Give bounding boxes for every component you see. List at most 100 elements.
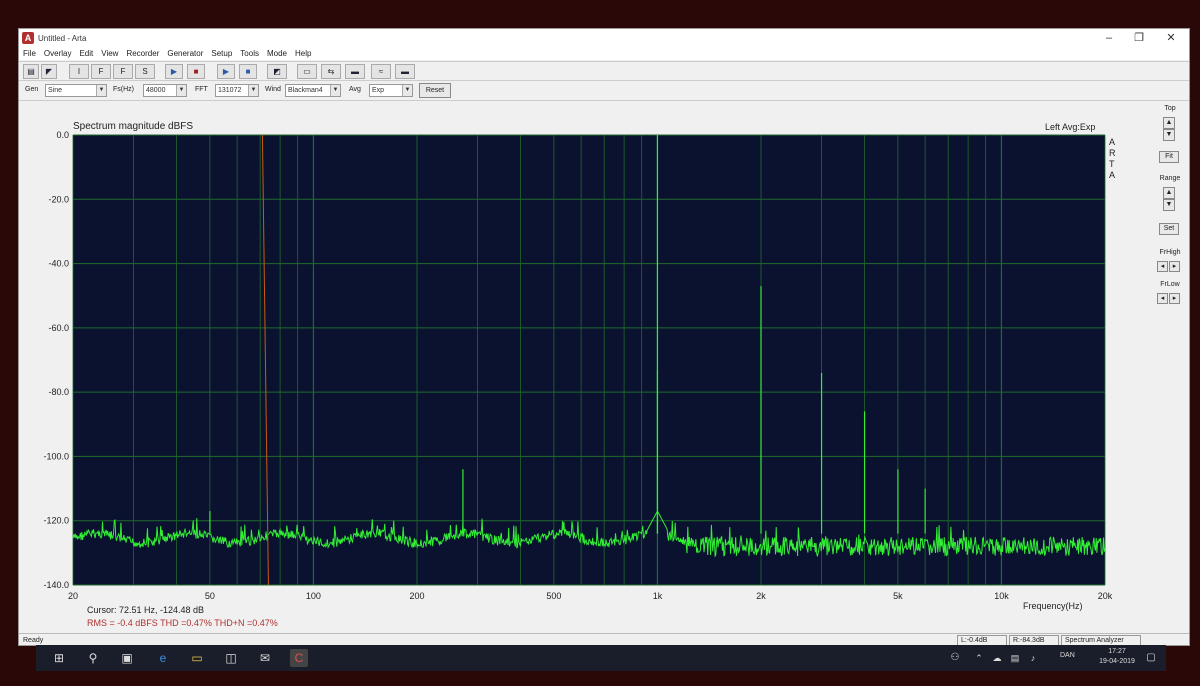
chevron-down-icon: ▼ (330, 85, 340, 96)
top-down-button[interactable]: ▼ (1163, 129, 1175, 141)
x-tick-label: 200 (409, 591, 424, 601)
block-icon[interactable]: ▬ (345, 64, 365, 79)
edge-browser-icon[interactable]: e (154, 649, 172, 667)
y-tick-label: -140.0 (43, 580, 69, 590)
tray-chevron-icon[interactable]: ⌃ (970, 649, 988, 667)
x-tick-label: 5k (893, 591, 903, 601)
link-icon[interactable]: ⇆ (321, 64, 341, 79)
stop-icon[interactable]: ■ (187, 64, 205, 79)
open-icon[interactable]: ▤ (23, 64, 39, 79)
wind-select[interactable]: Blackman4 ▼ (285, 84, 341, 97)
language-indicator[interactable]: DAN (1060, 652, 1075, 659)
fr1-mode-icon[interactable]: F (113, 64, 133, 79)
people-icon[interactable]: ⚇ (946, 649, 964, 667)
play2-icon[interactable]: ▶ (217, 64, 235, 79)
title-bar[interactable]: A Untitled - Arta – ❐ ✕ (19, 29, 1189, 47)
store-icon[interactable]: ◫ (222, 649, 240, 667)
restore-icon[interactable]: ❐ (1127, 31, 1151, 45)
network-icon[interactable]: ▤ (1006, 649, 1024, 667)
fs-select-value: 48000 (146, 87, 166, 94)
wind-label: Wind (265, 86, 281, 93)
frlow-right-button[interactable]: ▸ (1169, 293, 1180, 304)
frhigh-right-button[interactable]: ▸ (1169, 261, 1180, 272)
x-tick-label: 1k (653, 591, 663, 601)
mail-icon[interactable]: ✉ (256, 649, 274, 667)
top-up-button[interactable]: ▲ (1163, 117, 1175, 129)
calibrate-icon[interactable]: ▭ (297, 64, 317, 79)
menu-mode[interactable]: Mode (267, 49, 287, 58)
close-icon[interactable]: ✕ (1159, 31, 1183, 45)
file-explorer-icon[interactable]: ▭ (188, 649, 206, 667)
frhigh-left-button[interactable]: ◂ (1157, 261, 1168, 272)
x-tick-label: 100 (306, 591, 321, 601)
scope-icon[interactable]: ≈ (371, 64, 391, 79)
x-tick-label: 50 (205, 591, 215, 601)
fr2-mode-icon[interactable]: F (91, 64, 111, 79)
plot-area (73, 135, 1105, 585)
range-down-button[interactable]: ▼ (1163, 199, 1175, 211)
spectrum-mode-icon[interactable]: S (135, 64, 155, 79)
chevron-down-icon: ▼ (96, 85, 106, 96)
notification-icon[interactable]: ▢ (1142, 649, 1160, 667)
x-axis-label: Frequency(Hz) (1023, 601, 1083, 611)
window-title: Untitled - Arta (38, 33, 87, 43)
top-label: Top (1164, 105, 1176, 112)
menu-view[interactable]: View (101, 49, 118, 58)
settings-toolbar: Gen Sine ▼ Fs(Hz) 48000 ▼ FFT 131072 ▼ Wind… (19, 81, 1189, 101)
avg-select[interactable]: Exp ▼ (369, 84, 413, 97)
clock-date: 19-04-2019 (1099, 658, 1135, 665)
y-tick-label: -120.0 (43, 516, 69, 526)
cursor-icon[interactable]: ◤ (41, 64, 57, 79)
frlow-left-button[interactable]: ◂ (1157, 293, 1168, 304)
spectrum-chart[interactable]: 0.0 -20.0 -40.0 -60.0 -80.0 -100.0 -120.0 -140.… (19, 129, 1119, 609)
avg-label: Avg (349, 86, 361, 93)
x-tick-label: 500 (546, 591, 561, 601)
avg-select-value: Exp (372, 87, 385, 94)
y-tick-label: -20.0 (48, 194, 69, 204)
windows-taskbar: ⊞ ⚲ ▣ e ▭ ◫ ✉ C ⚇ ⌃ ☁ ▤ ♪ DAN 17:27 19-0… (36, 645, 1166, 671)
window-icon[interactable]: ▬ (395, 64, 415, 79)
menu-setup[interactable]: Setup (211, 49, 232, 58)
menu-overlay[interactable]: Overlay (44, 49, 72, 58)
x-tick-label: 20 (68, 591, 78, 601)
generator-icon[interactable]: ◩ (267, 64, 287, 79)
arta-app-icon: A (22, 32, 34, 44)
fs-select[interactable]: 48000 ▼ (143, 84, 187, 97)
gen-label: Gen (25, 86, 39, 93)
clock[interactable]: 17:27 19-04-2019 (1092, 647, 1142, 667)
menu-tools[interactable]: Tools (240, 49, 259, 58)
onedrive-icon[interactable]: ☁ (988, 649, 1006, 667)
gen-select[interactable]: Sine ▼ (45, 84, 107, 97)
menu-generator[interactable]: Generator (167, 49, 203, 58)
arta-window: A Untitled - Arta – ❐ ✕ File Overlay Edi… (18, 28, 1190, 646)
monitor-background: A Untitled - Arta – ❐ ✕ File Overlay Edi… (0, 0, 1200, 686)
fit-button[interactable]: Fit (1159, 151, 1179, 163)
windows-start-icon[interactable]: ⊞ (50, 649, 68, 667)
fft-select[interactable]: 131072 ▼ (215, 84, 259, 97)
set-button[interactable]: Set (1159, 223, 1179, 235)
menu-edit[interactable]: Edit (79, 49, 93, 58)
x-tick-label: 10k (994, 591, 1009, 601)
menu-help[interactable]: Help (295, 49, 311, 58)
fs-label: Fs(Hz) (113, 86, 134, 93)
x-tick-label: 2k (756, 591, 766, 601)
frlow-label: FrLow (1160, 281, 1180, 288)
range-label: Range (1159, 175, 1181, 182)
rms-thd-readout: RMS = -0.4 dBFS THD =0.47% THD+N =0.47% (87, 618, 278, 628)
chevron-down-icon: ▼ (176, 85, 186, 96)
search-icon[interactable]: ⚲ (84, 649, 102, 667)
reset-button[interactable]: Reset (419, 83, 451, 98)
menu-recorder[interactable]: Recorder (126, 49, 159, 58)
fft-select-value: 131072 (218, 87, 242, 94)
fft-label: FFT (195, 86, 208, 93)
menu-file[interactable]: File (23, 49, 36, 58)
volume-icon[interactable]: ♪ (1024, 649, 1042, 667)
range-up-button[interactable]: ▲ (1163, 187, 1175, 199)
play-icon[interactable]: ▶ (165, 64, 183, 79)
stop2-icon[interactable]: ■ (239, 64, 257, 79)
arta-taskbar-icon[interactable]: C (290, 649, 308, 667)
impulse-mode-icon[interactable]: I (69, 64, 89, 79)
minimize-icon[interactable]: – (1097, 31, 1121, 45)
task-view-icon[interactable]: ▣ (118, 649, 136, 667)
y-tick-label: -100.0 (43, 451, 69, 461)
